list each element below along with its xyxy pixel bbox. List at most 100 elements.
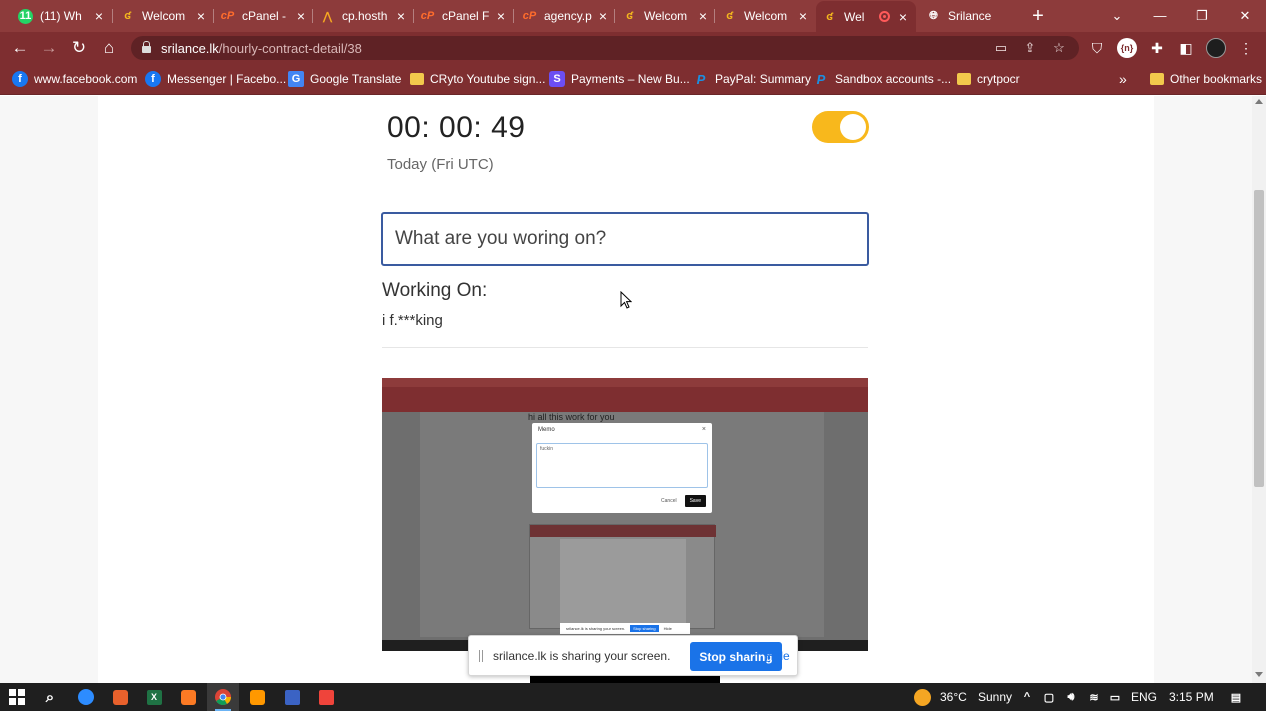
shield-extension-icon[interactable]: ⛉ — [1087, 38, 1107, 58]
chevron-up-icon[interactable]: ^ — [1017, 687, 1037, 707]
chrome-icon[interactable] — [213, 687, 233, 707]
tab-welcome-active[interactable]: ʛ Wel × — [816, 1, 916, 32]
close-icon[interactable]: × — [394, 9, 408, 23]
install-app-icon[interactable]: ▭ — [993, 40, 1009, 56]
weather-temp[interactable]: 36°C — [940, 690, 967, 704]
bookmark-label: Messenger | Facebo... — [167, 72, 287, 86]
other-bookmarks[interactable]: Other bookmarks — [1150, 70, 1262, 88]
timer-subtitle: Today (Fri UTC) — [387, 156, 494, 173]
bookmark-facebook[interactable]: f www.facebook.com — [12, 70, 137, 88]
drag-handle-icon[interactable] — [478, 650, 484, 662]
volume-icon[interactable]: 🔊︎ — [1061, 687, 1081, 707]
stripe-icon: S — [549, 71, 565, 87]
address-bar[interactable]: srilance.lk/hourly-contract-detail/38 ▭ … — [131, 36, 1079, 60]
scroll-thumb[interactable] — [1254, 190, 1264, 487]
bookmark-payments[interactable]: S Payments – New Bu... — [549, 70, 690, 88]
tab-title: agency.p — [544, 9, 592, 23]
hostinger-icon: ⋀ — [322, 10, 333, 23]
thumb-memo-text: fuckin — [540, 446, 554, 452]
tab-agency[interactable]: cP agency.p × — [516, 4, 616, 28]
thumb-nested-chrome — [530, 525, 716, 537]
battery-icon[interactable]: ▭ — [1105, 687, 1125, 707]
page-scrollbar[interactable] — [1252, 96, 1266, 683]
bookmark-label: crytpocr — [977, 72, 1020, 86]
anydesk-icon[interactable] — [316, 687, 336, 707]
close-icon[interactable]: × — [896, 10, 910, 24]
reload-button[interactable]: ↻ — [68, 37, 90, 59]
tab-whatsapp[interactable]: 11 (11) Wh × — [12, 4, 112, 28]
thumb-share-text: srilance.lk is sharing your screen. — [566, 626, 626, 631]
windows-start-icon[interactable] — [7, 687, 27, 707]
restore-button[interactable]: ❐ — [1184, 4, 1220, 28]
tab-search-button[interactable]: ⌄ — [1099, 4, 1135, 28]
bookmark-messenger[interactable]: f Messenger | Facebo... — [145, 70, 286, 88]
new-tab-button[interactable]: + — [1027, 5, 1049, 27]
weather-text[interactable]: Sunny — [978, 690, 1012, 704]
url-text[interactable]: srilance.lk/hourly-contract-detail/38 — [161, 41, 362, 56]
tab-title: cp.hosth — [342, 9, 388, 23]
forward-button[interactable]: → — [38, 37, 60, 59]
hide-share-button[interactable]: Hide — [765, 649, 790, 663]
back-button[interactable]: ← — [9, 37, 31, 59]
share-status-text: srilance.lk is sharing your screen. — [493, 649, 671, 663]
close-icon[interactable]: × — [596, 9, 610, 23]
clock-time[interactable]: 3:15 PM — [1169, 690, 1214, 704]
excel-icon[interactable]: X — [144, 687, 164, 707]
scroll-up-arrow-icon[interactable] — [1255, 99, 1263, 104]
menu-kebab-icon[interactable]: ⋮ — [1236, 38, 1256, 58]
search-icon[interactable]: ⌕ — [40, 687, 60, 707]
recording-icon — [879, 11, 890, 22]
srilance-icon: ʛ — [124, 10, 131, 22]
bookmarks-overflow-button[interactable]: » — [1119, 70, 1127, 88]
weather-sun-icon[interactable] — [912, 687, 932, 707]
thumb-share-hide: Hide — [663, 626, 672, 631]
thumb-memo-buttons: Cancel Save — [661, 495, 706, 507]
xampp-icon[interactable] — [178, 687, 198, 707]
language-indicator[interactable]: ENG — [1131, 690, 1157, 704]
profile-avatar[interactable] — [1206, 38, 1226, 58]
app-icon-orange[interactable] — [110, 687, 130, 707]
tab-hostinger[interactable]: ⋀ cp.hosth × — [314, 4, 414, 28]
app-icon-blue[interactable] — [282, 687, 302, 707]
tab-cpanel-2[interactable]: cP cPanel F × — [414, 4, 514, 28]
lock-icon[interactable] — [142, 41, 151, 53]
close-window-button[interactable]: ✕ — [1227, 4, 1263, 28]
meet-now-icon[interactable]: ▢ — [1039, 687, 1059, 707]
bookmark-sandbox[interactable]: P Sandbox accounts -... — [813, 70, 951, 88]
working-on-input[interactable] — [381, 212, 869, 266]
close-icon[interactable]: × — [494, 9, 508, 23]
json-extension-icon[interactable]: {n} — [1117, 38, 1137, 58]
scroll-down-arrow-icon[interactable] — [1255, 672, 1263, 677]
tab-welcome-1[interactable]: ʛ Welcom × — [114, 4, 214, 28]
tracking-toggle[interactable] — [812, 111, 869, 143]
sublime-icon[interactable] — [247, 687, 267, 707]
mouse-cursor-icon — [620, 291, 632, 309]
puzzle-extensions-icon[interactable]: ✚ — [1147, 38, 1167, 58]
thumb-memo-title: Memo — [538, 427, 555, 433]
bookmark-cryto-youtube[interactable]: CRyto Youtube sign... — [410, 70, 545, 88]
tab-title: Welcom — [142, 9, 186, 23]
share-icon[interactable]: ⇪ — [1022, 40, 1038, 56]
star-icon[interactable]: ☆ — [1051, 40, 1067, 56]
bookmark-crytpocr[interactable]: crytpocr — [957, 70, 1020, 88]
tab-welcome-2[interactable]: ʛ Welcom × — [616, 4, 716, 28]
wifi-icon[interactable]: ≋ — [1084, 687, 1104, 707]
tab-srilance[interactable]: 🌐︎ Srilance — [920, 4, 1020, 28]
close-icon[interactable]: × — [92, 9, 106, 23]
minimize-button[interactable]: — — [1142, 4, 1178, 28]
side-panel-icon[interactable]: ◧ — [1176, 38, 1196, 58]
notifications-icon[interactable]: ▤ — [1226, 687, 1246, 707]
bookmark-paypal-summary[interactable]: P PayPal: Summary — [693, 70, 811, 88]
tab-welcome-3[interactable]: ʛ Welcom × — [716, 4, 816, 28]
close-icon[interactable]: × — [294, 9, 308, 23]
tab-cpanel-1[interactable]: cP cPanel - × — [214, 4, 314, 28]
bookmark-label: CRyto Youtube sign... — [430, 72, 546, 86]
close-icon[interactable]: × — [696, 9, 710, 23]
bookmark-google-translate[interactable]: G Google Translate — [288, 70, 401, 88]
home-icon[interactable]: ⌂ — [98, 37, 120, 59]
timer-display: 00: 00: 49 — [387, 111, 526, 144]
thumb-memo-textarea: fuckin — [536, 443, 708, 488]
zoom-app-icon[interactable] — [76, 687, 96, 707]
close-icon[interactable]: × — [796, 9, 810, 23]
close-icon[interactable]: × — [194, 9, 208, 23]
